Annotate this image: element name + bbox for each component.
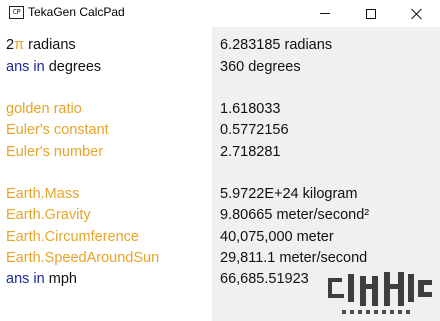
input-token-unit: radians bbox=[24, 37, 76, 53]
result-line: 29,811.1 meter/second bbox=[220, 250, 368, 266]
input-token-keyword: in bbox=[29, 271, 49, 287]
close-icon bbox=[411, 8, 423, 20]
maximize-icon bbox=[366, 8, 376, 19]
input-token-constant: π bbox=[14, 37, 25, 53]
input-line[interactable]: golden ratio bbox=[6, 99, 82, 119]
input-token-keyword: ans bbox=[6, 271, 30, 287]
input-token-unit: mph bbox=[48, 271, 77, 287]
input-pane[interactable]: 2π radians ans in degrees golden ratio E… bbox=[0, 27, 212, 321]
result-line: 66,685.51923 bbox=[220, 271, 309, 287]
input-line[interactable]: Euler's number bbox=[6, 142, 103, 162]
result-line: 40,075,000 meter bbox=[220, 229, 334, 245]
minimize-button[interactable] bbox=[302, 0, 348, 27]
input-token-number: 2 bbox=[6, 37, 15, 53]
result-line: 360 degrees bbox=[220, 59, 301, 75]
maximize-button[interactable] bbox=[348, 0, 394, 27]
input-line[interactable]: Earth.Gravity bbox=[6, 205, 91, 225]
result-line: 1.618033 bbox=[220, 101, 281, 117]
input-line[interactable]: 2π radians bbox=[6, 35, 76, 55]
window-title: TekaGen CalcPad bbox=[28, 5, 125, 19]
title-bar[interactable]: CP TekaGen CalcPad bbox=[0, 0, 440, 27]
result-pane: 6.283185 radians 360 degrees 1.618033 0.… bbox=[212, 27, 440, 321]
input-token-keyword: in bbox=[29, 59, 49, 75]
result-line: 6.283185 radians bbox=[220, 37, 333, 53]
input-line[interactable]: Earth.SpeedAroundSun bbox=[6, 248, 159, 268]
input-token-unit: degrees bbox=[48, 59, 102, 75]
minimize-icon bbox=[320, 13, 330, 14]
editor-area: 2π radians ans in degrees golden ratio E… bbox=[0, 27, 440, 321]
result-line: 9.80665 meter/second² bbox=[220, 207, 370, 223]
result-line: 0.5772156 bbox=[220, 122, 289, 138]
result-line: 2.718281 bbox=[220, 144, 281, 160]
calcpad-window: CP TekaGen CalcPad 2π radians ans in deg… bbox=[0, 0, 440, 321]
input-line[interactable]: ans in mph bbox=[6, 269, 77, 289]
input-line[interactable]: Earth.Mass bbox=[6, 184, 79, 204]
input-line[interactable]: ans in degrees bbox=[6, 57, 101, 77]
input-token-keyword: ans bbox=[6, 59, 30, 75]
input-line[interactable]: Euler's constant bbox=[6, 120, 109, 140]
result-line: 5.9722E+24 kilogram bbox=[220, 186, 358, 202]
app-icon: CP bbox=[9, 6, 24, 19]
input-line[interactable]: Earth.Circumference bbox=[6, 227, 139, 247]
close-button[interactable] bbox=[394, 0, 440, 27]
